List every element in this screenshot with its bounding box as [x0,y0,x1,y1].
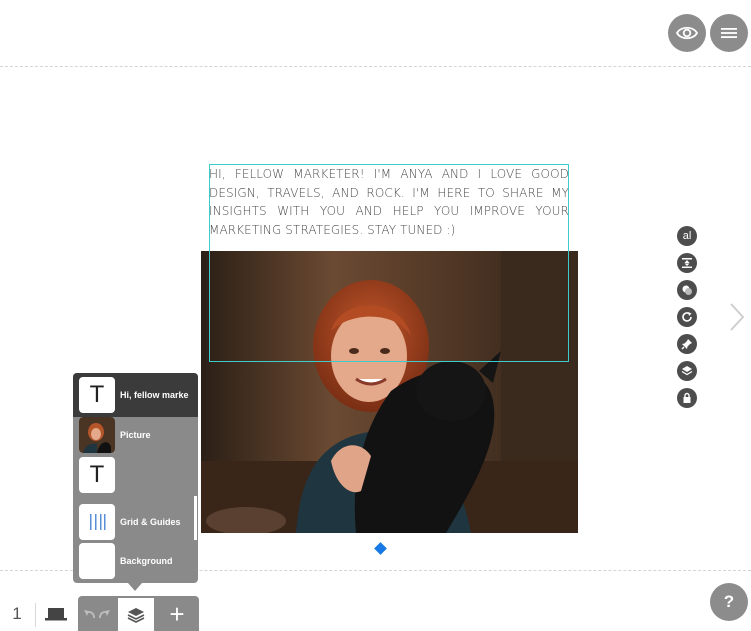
layers-panel-caret [128,583,142,591]
add-element-button[interactable]: + [157,596,197,631]
text-layer-thumb: T [79,457,115,493]
layer-label: Grid & Guides [120,517,181,527]
help-label: ? [723,592,735,611]
layers-icon [127,607,145,623]
grid-guides-icon [90,514,106,530]
layer-item-text[interactable]: T Hi, fellow marke [73,373,198,417]
layers-panel: T Hi, fellow marke Picture T Grid & Guid… [73,373,198,583]
pin-icon[interactable] [677,334,697,354]
menu-button[interactable] [710,14,748,52]
lock-icon[interactable] [677,388,697,408]
device-preview-button[interactable] [37,596,75,631]
plus-icon: + [169,598,185,629]
layer-label: Hi, fellow marke [120,390,189,400]
text-selection-frame[interactable] [209,164,569,362]
page-number[interactable]: 1 [0,596,34,631]
layer-label: Picture [120,430,151,440]
background-layer-thumb [79,543,115,579]
picture-layer-thumb [79,417,115,453]
rotate-icon[interactable] [677,307,697,327]
laptop-icon [45,607,67,620]
top-guide-line [0,66,751,67]
resize-handle[interactable] [374,542,387,555]
chevron-right-icon [730,303,745,331]
layers-toggle-button[interactable] [118,598,154,631]
layers-icon[interactable] [677,361,697,381]
text-style-icon[interactable]: al [677,226,697,246]
eye-icon [676,26,698,40]
text-style-glyph: al [682,230,692,242]
layer-label: Background [120,556,173,566]
layer-item-grid[interactable]: Grid & Guides [73,500,198,544]
layer-item-text-2[interactable]: T [73,453,198,497]
next-page-arrow[interactable] [728,302,746,337]
layers-scrollbar[interactable] [194,496,197,540]
text-layer-thumb: T [79,377,115,413]
bottom-bar-divider [35,603,36,627]
help-button[interactable]: ? [710,583,748,621]
hamburger-menu-icon [721,28,737,38]
layer-label [120,453,196,497]
align-icon[interactable] [677,253,697,273]
grid-layer-thumb [79,504,115,540]
undo-redo-button[interactable] [78,596,116,631]
preview-button[interactable] [668,14,706,52]
layer-item-background[interactable]: Background [73,539,198,583]
text-glyph: T [89,461,105,488]
opacity-icon[interactable] [677,280,697,300]
layer-item-picture[interactable]: Picture [73,413,198,457]
undo-redo-icon [84,609,110,618]
text-glyph: T [89,381,105,408]
